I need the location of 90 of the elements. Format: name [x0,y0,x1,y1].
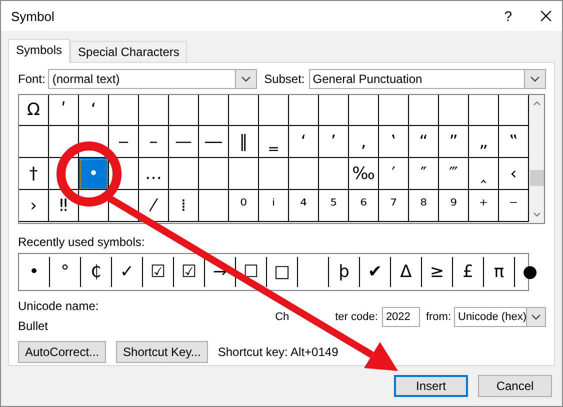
symbol-cell[interactable]: › [19,190,49,222]
chevron-down-icon [531,314,542,320]
symbol-cell[interactable] [469,95,499,126]
symbol-cell[interactable]: • [79,158,109,190]
subset-dropdown[interactable]: General Punctuation [308,69,546,89]
symbol-cell[interactable] [109,95,139,126]
symbol-cell[interactable] [229,158,259,190]
symbol-cell[interactable]: † [19,158,49,190]
symbol-cell[interactable] [379,95,409,126]
symbol-cell[interactable]: “ [409,126,439,158]
symbol-cell[interactable]: ‰ [349,158,379,190]
character-code-label: Ch [275,311,290,323]
symbol-cell[interactable]: ⁱ [259,190,289,222]
shortcut-text: Shortcut key: Alt+0149 [218,345,338,359]
symbol-cell[interactable] [199,95,229,126]
symbol-cell[interactable]: Ω [19,95,49,126]
symbol-cell[interactable]: ⁰ [229,190,259,222]
symbol-cell[interactable]: ′ [379,158,409,190]
chevron-down-icon [241,76,252,82]
symbol-cell[interactable] [259,158,289,190]
symbol-cell[interactable]: ― [199,126,229,158]
symbol-cell[interactable]: ‴ [439,158,469,190]
symbol-cell[interactable] [289,95,319,126]
symbol-cell[interactable] [349,95,379,126]
symbol-cell[interactable] [139,95,169,126]
symbol-cell[interactable]: ⁸ [409,190,439,222]
symbol-cell[interactable] [49,126,79,158]
recent-label: Recently used symbols: [18,235,146,249]
symbol-cell[interactable] [319,158,349,190]
dialog-button[interactable]: Insert [394,375,468,397]
unicode-name-label: Unicode name: [18,299,100,313]
font-dropdown[interactable]: (normal text) [48,69,258,89]
symbol-cell[interactable] [109,190,139,222]
tab[interactable]: Special Characters [70,41,188,62]
symbol-cell[interactable] [439,95,469,126]
character-code-field[interactable]: 2022 [382,307,420,327]
symbol-cell[interactable]: ‘ [289,126,319,158]
symbol-cell[interactable]: ‼ [49,190,79,222]
symbol-cell[interactable]: ⁺ [469,190,499,222]
scroll-up-icon[interactable] [532,101,540,106]
symbol-cell[interactable]: – [139,126,169,158]
scroll-down-icon[interactable] [532,212,540,217]
dialog-button[interactable]: Cancel [478,375,552,397]
symbol-cell[interactable]: — [169,126,199,158]
symbol-cell[interactable] [199,190,229,222]
symbol-cell[interactable]: ʹ [49,95,79,126]
scrollbar[interactable] [529,95,544,223]
dialog-button[interactable]: AutoCorrect... [18,341,106,363]
window-title: Symbol [11,8,56,24]
symbol-cell[interactable]: ″ [409,158,439,190]
symbol-cell[interactable] [229,95,259,126]
symbol-cell[interactable]: … [139,158,169,190]
chevron-down-icon [530,76,540,82]
symbol-cell[interactable]: ‒ [109,126,139,158]
recent-symbol[interactable]: ● [515,257,545,287]
symbol-cell[interactable]: ’ [319,126,349,158]
symbol-cell[interactable] [169,95,199,126]
from-label: from: [426,311,451,323]
symbol-cell[interactable] [169,158,199,190]
help-button[interactable]: ? [504,8,512,24]
unicode-name-value: Bullet [18,319,50,333]
symbol-cell[interactable]: ⁄ [139,190,169,222]
symbol-cell[interactable]: ⁵ [319,190,349,222]
symbol-cell[interactable]: ‛ [379,126,409,158]
symbol-cell[interactable]: ⁞ [169,190,199,222]
symbol-cell[interactable]: ‗ [259,126,289,158]
character-code-label: ter code: [335,311,378,323]
symbol-cell[interactable]: ‚ [349,126,379,158]
symbol-cell[interactable]: ʻ [79,95,109,126]
symbol-cell[interactable] [199,158,229,190]
font-label: Font: [18,72,46,86]
symbol-cell[interactable]: ” [439,126,469,158]
symbol-cell[interactable] [289,158,319,190]
close-icon[interactable] [540,10,552,22]
from-dropdown[interactable]: Unicode (hex) [454,307,546,327]
tab[interactable]: Symbols [8,39,70,63]
symbol-cell[interactable]: ‖ [229,126,259,158]
symbol-cell[interactable]: ‸ [469,158,499,190]
symbol-cell[interactable]: ⁶ [349,190,379,222]
symbol-cell[interactable] [19,126,49,158]
symbol-cell[interactable] [409,95,439,126]
dialog-button[interactable]: Shortcut Key... [116,341,208,363]
symbol-cell[interactable]: ⁴ [289,190,319,222]
scroll-thumb[interactable] [530,170,544,186]
symbol-cell[interactable] [259,95,289,126]
symbol-cell[interactable]: ⁹ [439,190,469,222]
symbol-cell[interactable]: „ [469,126,499,158]
symbol-cell[interactable]: ⁷ [379,190,409,222]
subset-label: Subset: [264,72,305,86]
symbol-cell[interactable] [319,95,349,126]
